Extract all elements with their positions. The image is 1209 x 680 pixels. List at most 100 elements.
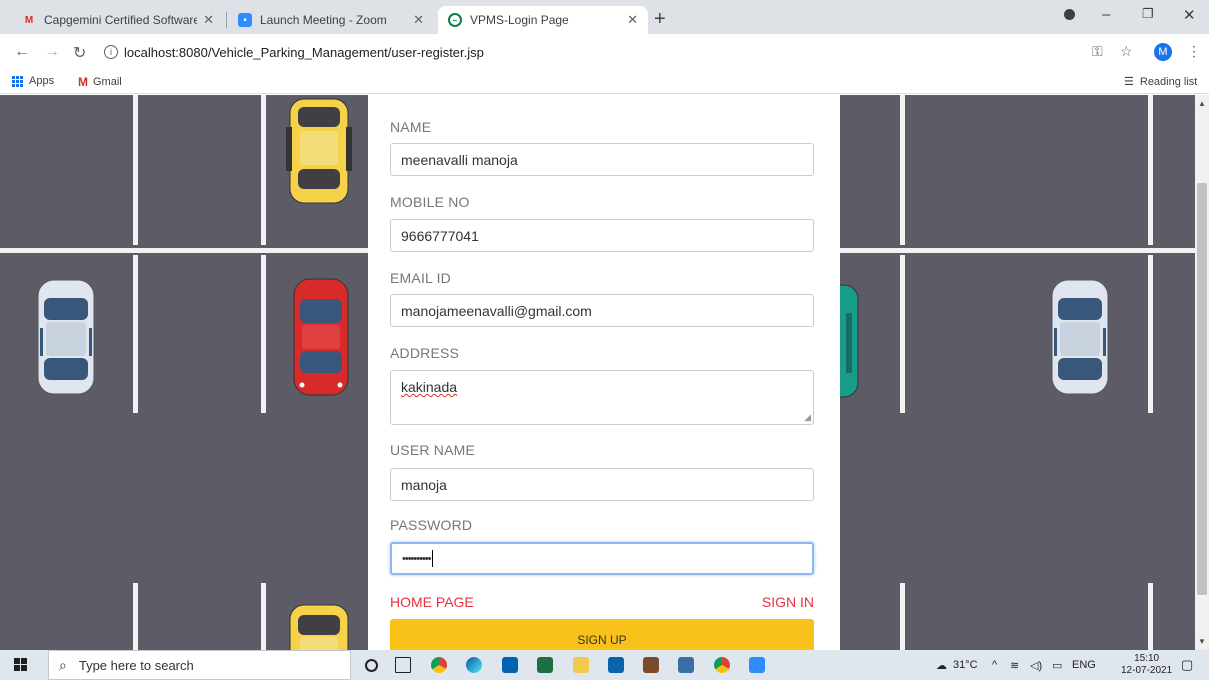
address-textarea[interactable]: kakinada ◢ [390, 370, 814, 425]
parking-line [1148, 95, 1153, 245]
registration-form: NAME meenavalli manoja MOBILE NO 9666777… [368, 95, 840, 659]
reading-list-label: Reading list [1139, 75, 1198, 88]
app-icon[interactable] [643, 657, 659, 673]
tab-capgemini[interactable]: M Capgemini Certified Software De ✕ [12, 6, 224, 34]
close-tab-icon[interactable]: ✕ [413, 12, 424, 28]
restore-icon[interactable]: ❐ [1142, 6, 1154, 22]
close-tab-icon[interactable]: ✕ [627, 12, 638, 28]
edge-icon[interactable] [466, 657, 482, 673]
bookmark-gmail[interactable]: M Gmail [78, 75, 122, 89]
reload-icon[interactable]: ↻ [73, 43, 86, 63]
tab-search-icon[interactable] [1064, 9, 1075, 20]
name-label: NAME [390, 119, 432, 135]
address-value: kakinada [401, 379, 458, 395]
window-close-icon[interactable]: ✕ [1183, 6, 1196, 24]
mobile-input[interactable]: 9666777041 [390, 219, 814, 252]
email-input[interactable]: manojameenavalli@gmail.com [390, 294, 814, 327]
parking-line [261, 95, 266, 245]
yellow-car-image [289, 604, 349, 650]
password-input[interactable]: •••••••••• [390, 542, 814, 575]
key-icon[interactable]: ⚿ [1092, 43, 1103, 60]
scroll-up-icon[interactable]: ▲ [1198, 99, 1206, 108]
red-car-image [293, 278, 349, 396]
windows-taskbar: ⌕ Type here to search ☁ 31°C ^ ≋ ◁) ▭ EN… [0, 650, 1209, 680]
cortana-icon[interactable] [365, 659, 378, 672]
chrome-icon[interactable] [431, 657, 447, 673]
browser-tab-strip: M Capgemini Certified Software De ✕ ▪ La… [0, 0, 1209, 34]
windows-start-icon[interactable] [14, 658, 27, 671]
bookmark-label: Gmail [93, 76, 122, 88]
password-label: PASSWORD [390, 517, 473, 533]
excel-icon[interactable] [537, 657, 553, 673]
url-text: localhost:8080/Vehicle_Parking_Managemen… [124, 44, 484, 60]
system-clock[interactable]: 15:10 12-07-2021 [1121, 653, 1172, 677]
address-label: ADDRESS [390, 345, 460, 361]
taskbar-search[interactable]: ⌕ Type here to search [48, 650, 351, 680]
gmail-icon: M [24, 14, 34, 26]
parking-line [838, 248, 1209, 253]
store-icon[interactable] [502, 657, 518, 673]
email-label: EMAIL ID [390, 270, 451, 286]
search-icon: ⌕ [59, 656, 67, 673]
mail-icon[interactable] [608, 657, 624, 673]
task-view-icon[interactable] [395, 657, 411, 673]
username-input[interactable]: manoja [390, 468, 814, 501]
username-label: USER NAME [390, 442, 476, 458]
resize-grip-icon[interactable]: ◢ [804, 412, 811, 423]
language-indicator[interactable]: ENG [1072, 659, 1096, 671]
parking-line [900, 255, 905, 413]
zoom-icon: ▪ [238, 13, 252, 27]
gmail-icon: M [78, 75, 88, 89]
yellow-car-image [286, 98, 352, 204]
browser-toolbar: ← → ↻ i localhost:8080/Vehicle_Parking_M… [0, 34, 1209, 70]
page-icon: – [448, 13, 462, 27]
menu-kebab-icon[interactable]: ⋮ [1187, 43, 1201, 60]
home-page-link[interactable]: HOME PAGE [390, 594, 474, 610]
tab-vpms-login[interactable]: – VPMS-Login Page ✕ [438, 6, 648, 34]
sign-in-link[interactable]: SIGN IN [762, 594, 814, 610]
tab-zoom[interactable]: ▪ Launch Meeting - Zoom ✕ [228, 6, 434, 34]
wifi-icon[interactable]: ≋ [1010, 659, 1019, 672]
teal-car-image [838, 284, 859, 398]
mobile-label: MOBILE NO [390, 194, 470, 210]
parking-line [900, 95, 905, 245]
parking-line [133, 583, 138, 650]
profile-avatar[interactable]: M [1154, 43, 1172, 61]
eclipse-icon[interactable] [678, 657, 694, 673]
parking-line [1148, 583, 1153, 650]
bookmarks-bar: Apps M Gmail ☰ Reading list [0, 70, 1209, 94]
tab-title: Capgemini Certified Software De [44, 13, 198, 27]
forward-icon[interactable]: → [44, 43, 60, 61]
parking-line [261, 255, 266, 413]
weather-cloud-icon: ☁ [936, 660, 947, 672]
tab-separator [226, 12, 227, 28]
name-input[interactable]: meenavalli manoja [390, 143, 814, 176]
text-caret [431, 550, 433, 567]
zoom-icon[interactable] [749, 657, 765, 673]
reading-list-icon: ☰ [1124, 76, 1134, 88]
notification-icon[interactable]: ▢ [1181, 657, 1193, 673]
bookmark-apps[interactable]: Apps [12, 75, 54, 87]
scrollbar-thumb[interactable] [1197, 183, 1207, 595]
page-scrollbar[interactable]: ▲ ▼ [1195, 95, 1209, 650]
info-icon[interactable]: i [104, 45, 118, 59]
weather-temp[interactable]: 31°C [953, 659, 978, 671]
clock-date: 12-07-2021 [1121, 665, 1173, 676]
scroll-down-icon[interactable]: ▼ [1198, 637, 1206, 646]
clock-time: 15:10 [1134, 653, 1160, 664]
parking-line [900, 583, 905, 650]
new-tab-icon[interactable]: + [654, 8, 666, 31]
reading-list-button[interactable]: ☰ Reading list [1124, 75, 1198, 89]
close-tab-icon[interactable]: ✕ [203, 12, 214, 28]
file-explorer-icon[interactable] [573, 657, 589, 673]
parking-line [133, 95, 138, 245]
chrome-icon[interactable] [714, 657, 730, 673]
speaker-icon[interactable]: ◁) [1030, 659, 1042, 672]
bookmark-star-icon[interactable]: ☆ [1120, 43, 1133, 60]
address-bar[interactable]: i localhost:8080/Vehicle_Parking_Managem… [104, 38, 1074, 66]
minimize-icon[interactable]: – [1102, 6, 1110, 23]
back-icon[interactable]: ← [14, 43, 30, 61]
password-value: •••••••••• [402, 552, 431, 565]
battery-icon[interactable]: ▭ [1052, 659, 1062, 672]
chevron-up-icon[interactable]: ^ [992, 659, 997, 671]
